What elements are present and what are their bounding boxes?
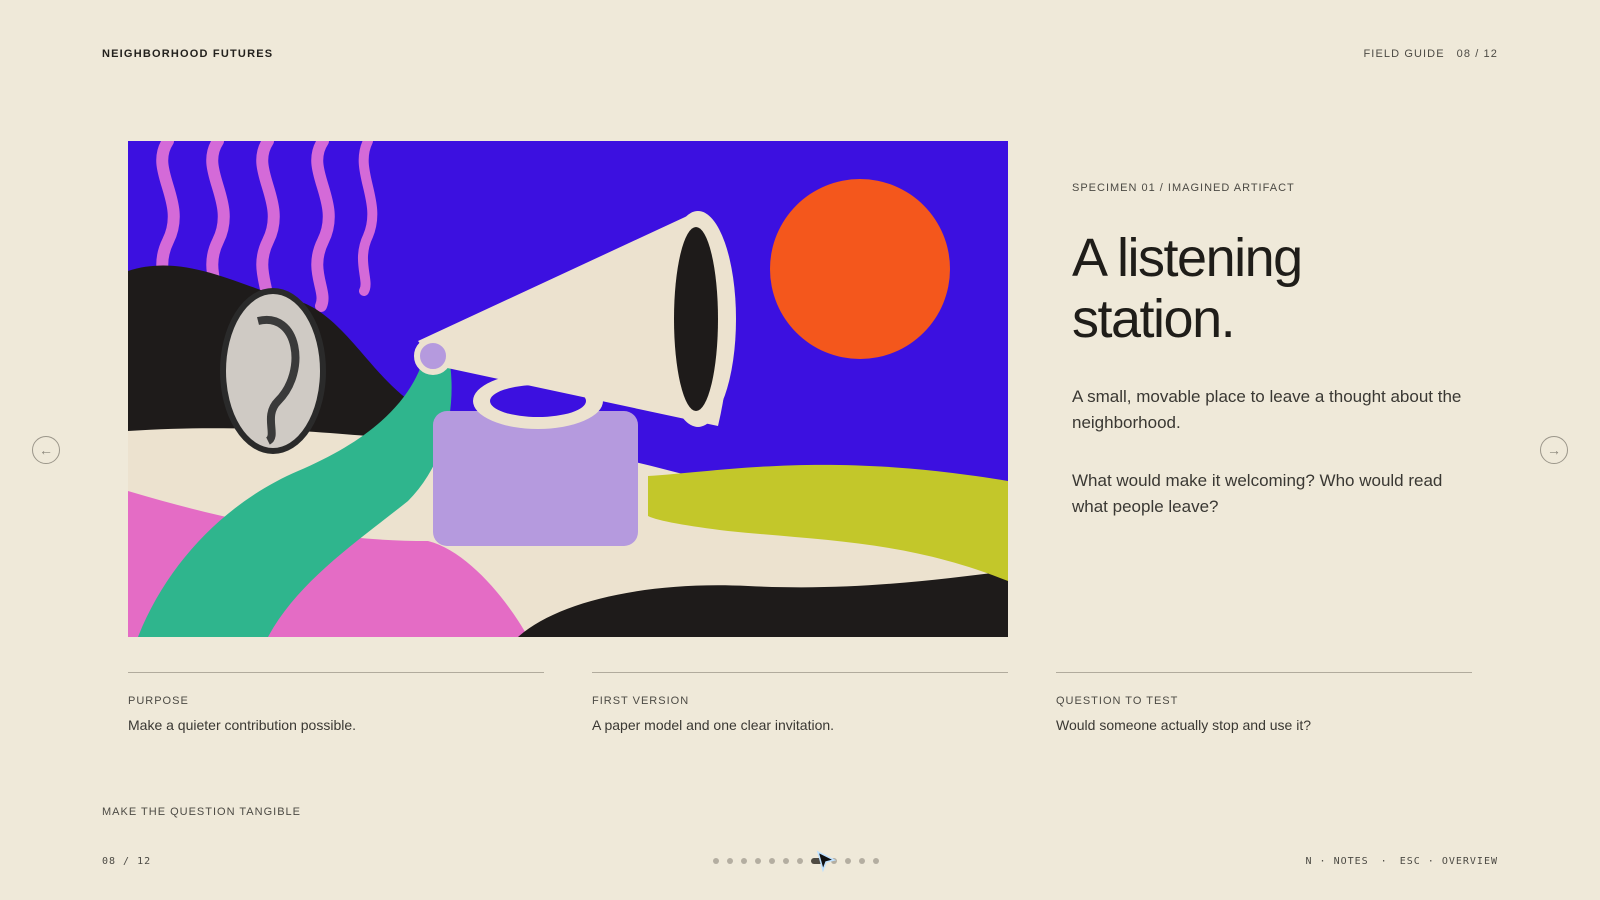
info-column-purpose: PURPOSE Make a quieter contribution poss… [128,672,544,733]
keyboard-shortcuts: N · NOTES · ESC · OVERVIEW [1305,856,1498,867]
slide-header-meta: FIELD GUIDE 08 / 12 [1363,48,1498,60]
previous-slide-button[interactable]: ← [32,436,60,464]
specimen-title: A listening station. [1072,228,1472,350]
arrow-right-icon: → [1547,442,1561,458]
next-slide-button[interactable]: → [1540,436,1568,464]
specimen-eyebrow: SPECIMEN 01 / IMAGINED ARTIFACT [1072,182,1295,194]
notes-shortcut[interactable]: N · NOTES [1305,856,1368,867]
pagination-dot[interactable] [713,858,719,864]
pagination-dot[interactable] [797,858,803,864]
specimen-panel: SPECIMEN 01 / IMAGINED ARTIFACT A listen… [1072,182,1472,520]
pagination-dot[interactable] [845,858,851,864]
column-text: Make a quieter contribution possible. [128,717,357,733]
column-label: QUESTION TO TEST [1056,695,1179,707]
pagination-dot[interactable] [727,858,733,864]
shortcut-separator: · [1380,856,1388,867]
orange-sun [770,179,950,359]
pagination-dot[interactable] [769,858,775,864]
question-paragraph: What would make it welcoming? Who would … [1072,471,1443,516]
column-label: PURPOSE [128,695,189,707]
collage-illustration [128,141,1008,637]
progress-label: 08 / 12 [1456,48,1498,60]
pagination-dot[interactable] [783,858,789,864]
column-text: A paper model and one clear invitation. [592,717,835,733]
section-label: FIELD GUIDE [1363,48,1445,60]
section-kicker: MAKE THE QUESTION TANGIBLE [102,806,301,818]
column-label: FIRST VERSION [592,695,690,707]
pagination-dot[interactable] [755,858,761,864]
megaphone-opening [674,227,718,411]
slide: NEIGHBORHOOD FUTURES FIELD GUIDE 08 / 12… [0,0,1600,900]
title-line: station. [1072,289,1236,349]
megaphone-tip [414,337,452,375]
slide-pagination [713,858,879,864]
pagination-dot[interactable] [873,858,879,864]
info-column-question: QUESTION TO TEST Would someone actually … [1056,672,1472,733]
info-column-first-version: FIRST VERSION A paper model and one clea… [592,672,1008,733]
slide-counter: 08 / 12 [102,856,152,867]
mouse-cursor-icon [816,850,837,873]
brand-title: NEIGHBORHOOD FUTURES [102,48,274,60]
arrow-left-icon: ← [39,442,53,458]
description-paragraph: A small, movable place to leave a though… [1072,387,1462,432]
column-text: Would someone actually stop and use it? [1056,717,1312,733]
lavender-box [433,411,638,546]
overview-shortcut[interactable]: ESC · OVERVIEW [1400,856,1498,867]
pagination-dot[interactable] [741,858,747,864]
pagination-dot[interactable] [859,858,865,864]
title-line: A listening [1072,228,1303,288]
